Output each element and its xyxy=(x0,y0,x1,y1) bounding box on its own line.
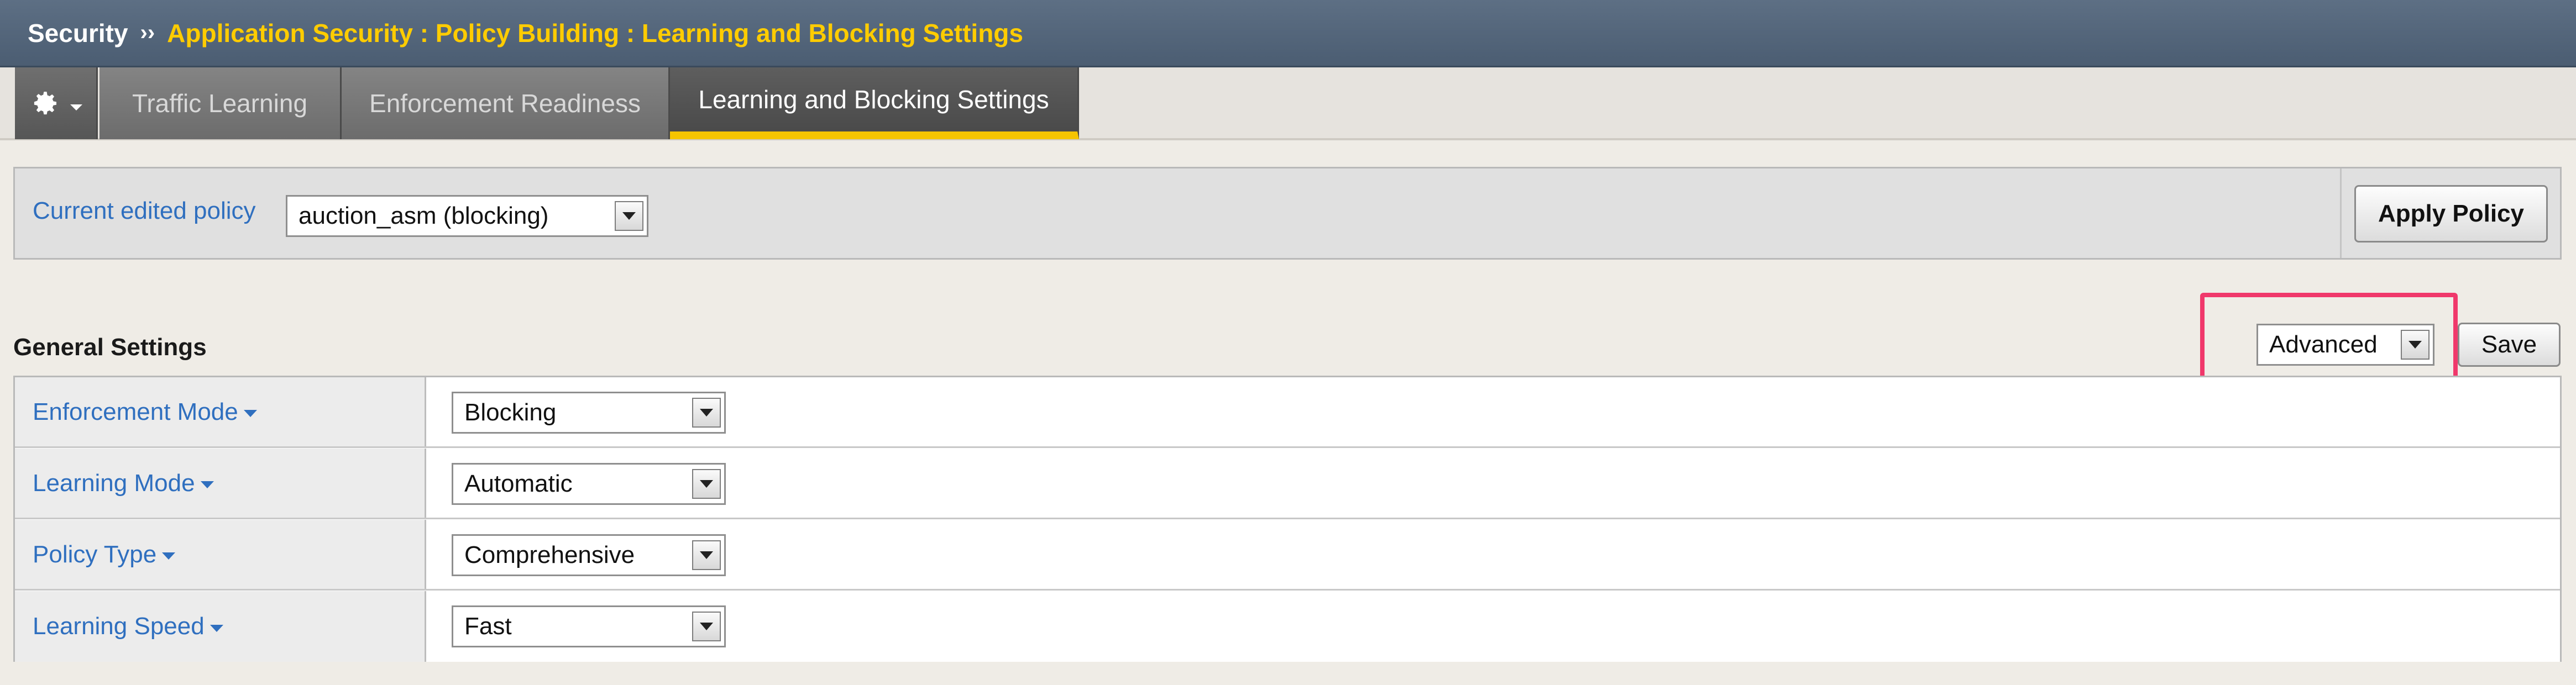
learning-mode-select[interactable]: Automatic xyxy=(452,463,726,505)
setting-value-cell: Automatic xyxy=(426,449,2560,518)
setting-row-learning-mode: Learning Mode Automatic xyxy=(15,449,2560,519)
policy-select[interactable]: auction_asm (blocking) xyxy=(286,195,648,237)
breadcrumb-path: Application Security : Policy Building :… xyxy=(167,18,1023,48)
policy-select-arrow[interactable] xyxy=(615,201,643,231)
breadcrumb: Security ›› Application Security : Polic… xyxy=(0,0,2576,67)
tab-traffic-learning[interactable]: Traffic Learning xyxy=(100,67,342,139)
setting-label: Learning Mode xyxy=(33,469,195,497)
select-value: Fast xyxy=(464,613,512,640)
general-settings-title: General Settings xyxy=(13,334,207,361)
setting-value-cell: Comprehensive xyxy=(426,520,2560,589)
policy-toolbar: Current edited policy auction_asm (block… xyxy=(13,167,2562,260)
apply-policy-button[interactable]: Apply Policy xyxy=(2354,185,2548,243)
caret-down-icon xyxy=(243,410,257,417)
tab-learning-and-blocking-settings[interactable]: Learning and Blocking Settings xyxy=(670,67,1079,139)
breadcrumb-section[interactable]: Security xyxy=(28,18,128,48)
chevron-down-icon xyxy=(700,409,713,417)
chevron-down-icon xyxy=(700,623,713,630)
tab-enforcement-readiness[interactable]: Enforcement Readiness xyxy=(342,67,670,139)
save-button[interactable]: Save xyxy=(2458,323,2561,367)
setting-row-learning-speed: Learning Speed Fast xyxy=(15,591,2560,662)
caret-down-icon xyxy=(200,481,214,488)
setting-row-enforcement-mode: Enforcement Mode Blocking xyxy=(15,377,2560,448)
policy-type-select[interactable]: Comprehensive xyxy=(452,534,726,576)
view-mode-value: Advanced xyxy=(2269,331,2378,358)
gear-icon xyxy=(34,92,56,115)
caret-down-icon xyxy=(162,552,176,560)
chevron-down-icon xyxy=(622,212,636,220)
chevron-down-icon xyxy=(700,551,713,559)
setting-value-cell: Fast xyxy=(426,591,2560,662)
policy-type-label[interactable]: Policy Type xyxy=(15,520,426,589)
chevron-down-icon xyxy=(700,480,713,488)
enforcement-mode-select[interactable]: Blocking xyxy=(452,392,726,434)
view-mode-select[interactable]: Advanced xyxy=(2256,324,2434,366)
select-arrow[interactable] xyxy=(692,612,721,641)
view-mode-arrow[interactable] xyxy=(2401,330,2430,360)
select-arrow[interactable] xyxy=(692,469,721,499)
gear-menu-button[interactable] xyxy=(15,67,98,139)
setting-label: Learning Speed xyxy=(33,613,205,640)
select-arrow[interactable] xyxy=(692,540,721,570)
select-value: Comprehensive xyxy=(464,541,635,568)
learning-speed-select[interactable]: Fast xyxy=(452,605,726,647)
toolbar-divider xyxy=(2340,168,2342,258)
select-arrow[interactable] xyxy=(692,398,721,428)
learning-speed-label[interactable]: Learning Speed xyxy=(15,591,426,662)
setting-row-policy-type: Policy Type Comprehensive xyxy=(15,520,2560,591)
enforcement-mode-label[interactable]: Enforcement Mode xyxy=(15,377,426,446)
policy-select-value: auction_asm (blocking) xyxy=(299,202,549,229)
caret-down-icon xyxy=(210,624,223,632)
general-settings-table: Enforcement Mode Blocking Learning Mode … xyxy=(13,376,2562,662)
breadcrumb-separator: ›› xyxy=(140,20,155,45)
select-value: Blocking xyxy=(464,399,557,426)
select-value: Automatic xyxy=(464,470,573,497)
chevron-down-icon xyxy=(2409,341,2422,349)
learning-mode-label[interactable]: Learning Mode xyxy=(15,449,426,518)
setting-label: Enforcement Mode xyxy=(33,398,238,425)
chevron-down-icon xyxy=(70,104,82,110)
tab-strip: Traffic Learning Enforcement Readiness L… xyxy=(0,67,2576,140)
current-policy-label[interactable]: Current edited policy xyxy=(33,197,256,225)
setting-label: Policy Type xyxy=(33,540,157,568)
setting-value-cell: Blocking xyxy=(426,377,2560,446)
